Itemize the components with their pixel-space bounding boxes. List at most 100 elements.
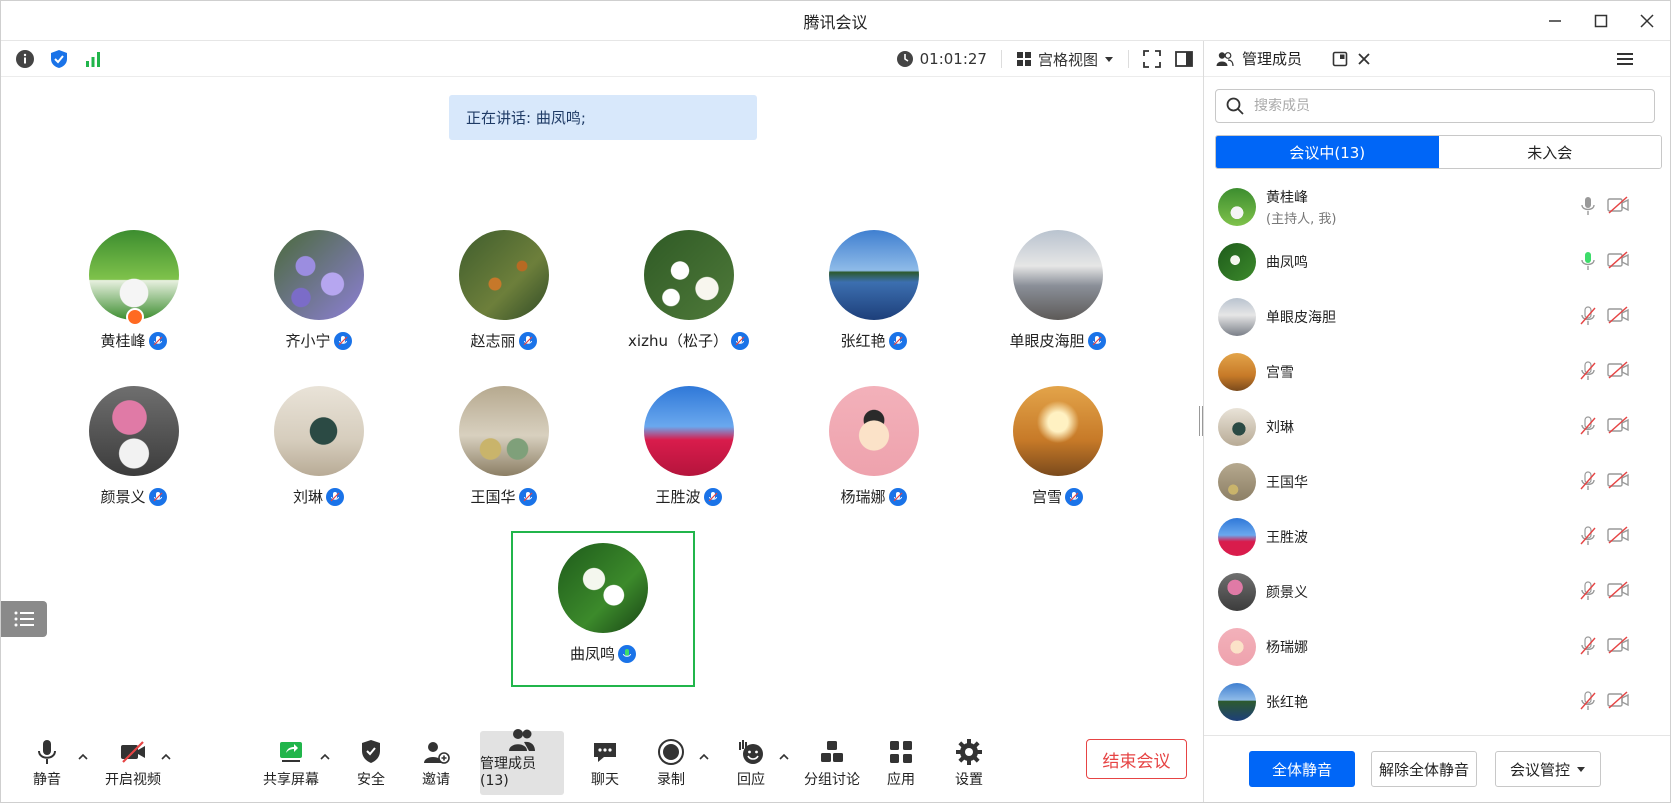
start-video-button[interactable]: 开启视频 [101, 731, 165, 795]
record-button[interactable]: 录制 [651, 731, 691, 795]
end-meeting-button[interactable]: 结束会议 [1086, 739, 1187, 779]
fullscreen-icon[interactable] [1143, 50, 1161, 68]
member-mic-toggle[interactable] [1580, 306, 1596, 330]
tab-not-joined[interactable]: 未入会 [1438, 136, 1661, 168]
member-video-toggle[interactable] [1607, 306, 1629, 328]
participant-tile[interactable]: 齐小宁 [226, 230, 411, 360]
microphone-muted-icon [1580, 636, 1596, 655]
member-list: 黄桂峰 (主持人, 我) 曲凤鸣 单眼皮海胆 宫雪刘琳王国华王胜波颜景义 杨瑞娜 张红艳 [1204, 179, 1670, 724]
member-video-toggle[interactable] [1607, 251, 1629, 273]
member-mic-toggle[interactable] [1580, 471, 1596, 495]
mute-options-caret-icon[interactable] [77, 751, 89, 763]
participant-name: xizhu（松子） [628, 332, 728, 350]
member-video-toggle[interactable] [1607, 471, 1629, 493]
mic-muted-icon [518, 487, 537, 506]
member-name: 刘琳 [1266, 419, 1294, 436]
member-mic-toggle[interactable] [1580, 636, 1596, 660]
member-mic-toggle[interactable] [1580, 196, 1596, 220]
member-video-toggle[interactable] [1607, 636, 1629, 658]
window-controls [1532, 1, 1670, 41]
popout-panel-button[interactable] [1332, 41, 1348, 77]
chat-button[interactable]: 聊天 [585, 731, 625, 795]
apps-icon [890, 741, 912, 763]
tab-in-meeting[interactable]: 会议中(13) [1216, 136, 1439, 168]
member-video-toggle[interactable] [1607, 416, 1629, 438]
close-panel-button[interactable] [1357, 41, 1371, 77]
participant-tile[interactable]: 赵志丽 [411, 230, 596, 360]
member-row[interactable]: 杨瑞娜 [1204, 619, 1670, 674]
video-off-icon [1607, 196, 1629, 214]
member-search[interactable] [1215, 89, 1655, 123]
member-video-toggle[interactable] [1607, 691, 1629, 713]
member-row[interactable]: 单眼皮海胆 [1204, 289, 1670, 344]
mute-button[interactable]: 静音 [27, 731, 67, 795]
react-options-caret-icon[interactable] [778, 751, 790, 763]
info-icon[interactable] [15, 49, 35, 69]
member-row[interactable]: 刘琳 [1204, 399, 1670, 454]
participant-name: 颜景义 [100, 488, 146, 506]
panel-resize-handle[interactable] [1199, 406, 1203, 436]
member-name: 黄桂峰 [1266, 189, 1308, 206]
security-shield-icon[interactable] [49, 49, 69, 69]
view-mode-select[interactable]: 宫格视图 [1016, 49, 1114, 70]
participant-tile[interactable]: 刘琳 [226, 386, 411, 516]
signal-icon[interactable] [83, 49, 103, 69]
participant-tile[interactable]: xizhu（松子） [596, 230, 781, 360]
participant-tile[interactable]: 宫雪 [965, 386, 1150, 516]
member-row[interactable]: 王胜波 [1204, 509, 1670, 564]
member-row[interactable]: 宫雪 [1204, 344, 1670, 399]
mute-all-button[interactable]: 全体静音 [1249, 751, 1355, 787]
member-mic-toggle[interactable] [1580, 251, 1596, 275]
member-video-toggle[interactable] [1607, 581, 1629, 603]
panel-tab-members[interactable]: 管理成员 [1204, 48, 1302, 69]
member-video-toggle[interactable] [1607, 526, 1629, 548]
apps-button[interactable]: 应用 [881, 731, 921, 795]
invite-button[interactable]: 邀请 [416, 731, 456, 795]
member-avatar [1218, 407, 1256, 446]
participant-tile[interactable]: 颜景义 [41, 386, 226, 516]
search-input[interactable] [1254, 98, 1634, 114]
participant-tile[interactable]: 杨瑞娜 [781, 386, 966, 516]
unmute-all-button[interactable]: 解除全体静音 [1371, 751, 1477, 787]
panel-menu-button[interactable] [1616, 41, 1634, 77]
member-row[interactable]: 曲凤鸣 [1204, 234, 1670, 289]
participant-tile[interactable]: 王国华 [411, 386, 596, 516]
maximize-button[interactable] [1578, 1, 1624, 41]
active-speaker-tile[interactable]: 曲凤鸣 [511, 531, 695, 687]
record-options-caret-icon[interactable] [698, 751, 710, 763]
manage-members-button[interactable]: 管理成员(13) [480, 729, 564, 795]
member-video-toggle[interactable] [1607, 196, 1629, 218]
member-mic-toggle[interactable] [1580, 361, 1596, 385]
member-row[interactable]: 黄桂峰 (主持人, 我) [1204, 179, 1670, 234]
member-name: 王胜波 [1266, 529, 1308, 546]
member-mic-toggle[interactable] [1580, 526, 1596, 550]
meeting-control-button[interactable]: 会议管控 [1495, 751, 1601, 787]
security-button[interactable]: 安全 [351, 731, 391, 795]
member-row[interactable]: 颜景义 [1204, 564, 1670, 619]
settings-button[interactable]: 设置 [949, 731, 989, 795]
member-mic-toggle[interactable] [1580, 416, 1596, 440]
close-window-button[interactable] [1624, 1, 1670, 41]
share-screen-button[interactable]: 共享屏幕 [259, 731, 323, 795]
breakout-rooms-button[interactable]: 分组讨论 [801, 731, 863, 795]
participant-tile[interactable]: 黄桂峰 [41, 230, 226, 360]
active-speaker-avatar [558, 543, 648, 633]
member-list-toggle[interactable] [1, 601, 47, 637]
participant-tile[interactable]: 单眼皮海胆 [965, 230, 1150, 360]
toggle-sidebar-icon[interactable] [1175, 50, 1193, 68]
share-options-caret-icon[interactable] [319, 751, 331, 763]
member-mic-toggle[interactable] [1580, 691, 1596, 715]
record-icon [658, 739, 684, 765]
member-mic-toggle[interactable] [1580, 581, 1596, 605]
minimize-button[interactable] [1532, 1, 1578, 41]
member-row[interactable]: 王国华 [1204, 454, 1670, 509]
member-video-toggle[interactable] [1607, 361, 1629, 383]
member-row[interactable]: 张红艳 [1204, 674, 1670, 724]
participant-tile[interactable]: 王胜波 [596, 386, 781, 516]
react-button[interactable]: 回应 [731, 731, 771, 795]
bottom-toolbar: 静音 开启视频 共享屏幕 安全 邀请 管理成员(13) 聊天 录制 回应 分组讨… [1, 729, 1203, 802]
microphone-icon [1581, 197, 1595, 215]
video-options-caret-icon[interactable] [160, 751, 172, 763]
microphone-muted-icon [1580, 581, 1596, 600]
participant-tile[interactable]: 张红艳 [781, 230, 966, 360]
